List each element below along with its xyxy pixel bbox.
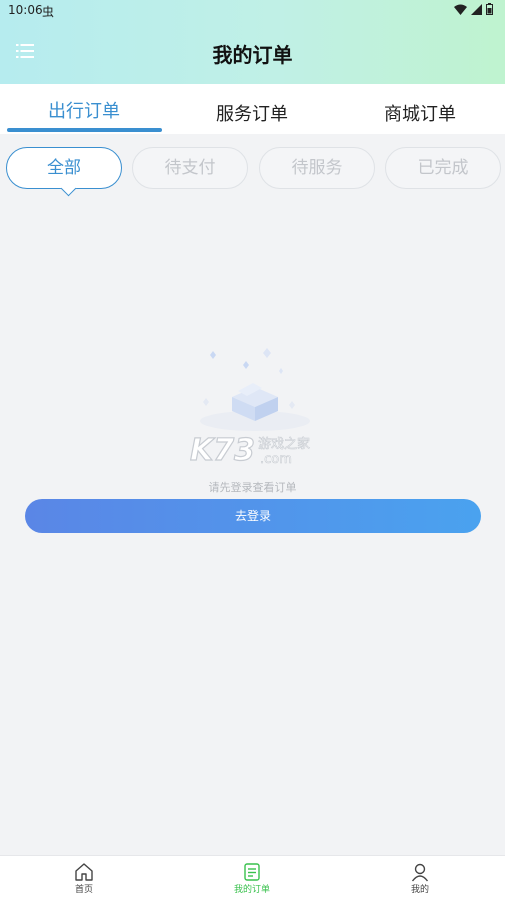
tab-service-orders[interactable]: 服务订单: [168, 84, 336, 134]
filter-pointer: [60, 180, 77, 197]
nav-profile[interactable]: 我的: [336, 856, 504, 898]
filter-pending-payment[interactable]: 待支付: [132, 147, 248, 189]
active-tab-indicator: [7, 128, 162, 132]
tab-travel-orders[interactable]: 出行订单: [0, 84, 168, 134]
status-filters: 全部 待支付 待服务 已完成: [6, 147, 501, 197]
orders-screen: 10:06 虫 我的订单 出行订单 服务订单 商城订单 全部 待支付 待服务 已…: [0, 0, 505, 898]
order-type-tabs: 出行订单 服务订单 商城订单: [0, 84, 505, 134]
empty-box-icon: [200, 348, 310, 431]
battery-icon: [486, 3, 493, 15]
nav-my-orders[interactable]: 我的订单: [168, 856, 336, 898]
svg-text:.com: .com: [260, 452, 292, 466]
signal-icon: [471, 3, 482, 15]
login-button[interactable]: 去登录: [25, 499, 481, 533]
nav-profile-label: 我的: [410, 885, 429, 895]
nav-my-orders-label: 我的订单: [233, 885, 270, 895]
home-icon: [75, 863, 93, 881]
watermark-logo: K73 游戏之家 .com: [190, 432, 310, 466]
filter-pending-service[interactable]: 待服务: [259, 147, 375, 189]
login-prompt-text: 请先登录查看订单: [208, 481, 297, 494]
debug-icon: 虫: [42, 5, 55, 19]
filter-completed[interactable]: 已完成: [385, 147, 501, 189]
status-time: 10:06: [8, 3, 43, 17]
tab-mall-orders[interactable]: 商城订单: [336, 84, 504, 134]
filter-all[interactable]: 全部: [6, 147, 122, 197]
user-icon: [411, 863, 429, 882]
header: 10:06 虫 我的订单: [0, 0, 505, 84]
filter-all-label: 全部: [47, 158, 81, 178]
status-bar: 10:06 虫: [0, 0, 505, 22]
orders-icon: [244, 863, 260, 881]
page-title: 我的订单: [212, 43, 293, 67]
nav-home[interactable]: 首页: [0, 856, 168, 898]
bottom-nav: 首页 我的订单 我的: [0, 855, 505, 898]
svg-text:K73: K73: [190, 433, 255, 466]
wifi-icon: [454, 4, 467, 15]
svg-text:游戏之家: 游戏之家: [258, 436, 310, 452]
nav-home-label: 首页: [74, 885, 93, 895]
status-icons: [454, 3, 493, 15]
